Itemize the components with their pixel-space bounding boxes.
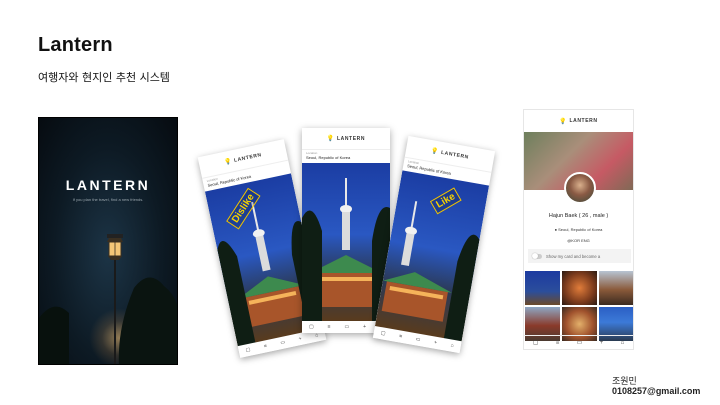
nav-plus-icon[interactable]: + bbox=[363, 324, 366, 330]
nav-chat-icon[interactable]: ▭ bbox=[280, 339, 286, 346]
nav-card-icon[interactable]: ▢ bbox=[309, 324, 314, 330]
card-app-name: LANTERN bbox=[440, 149, 470, 161]
chat-icon[interactable]: ▭ bbox=[577, 339, 583, 346]
card-photo bbox=[302, 163, 390, 322]
show-card-switch[interactable] bbox=[532, 253, 542, 259]
swipe-card-center[interactable]: 💡 LANTERN Location Seoul, Republic of Ko… bbox=[302, 128, 390, 333]
nav-list-icon[interactable]: ≡ bbox=[263, 343, 267, 349]
card-header: 💡 LANTERN bbox=[302, 128, 390, 150]
card-app-name: LANTERN bbox=[336, 135, 366, 142]
card-location-bar: Location Seoul, Republic of Korea bbox=[302, 150, 390, 161]
slide-title: Lantern bbox=[38, 34, 113, 56]
plus-icon[interactable]: + bbox=[600, 340, 604, 346]
show-card-toggle-label: Show my card and become a bbox=[546, 253, 601, 259]
nav-home-icon[interactable]: ⌂ bbox=[450, 342, 454, 348]
splash-screen: LANTERN If you plan the travel, find a n… bbox=[38, 117, 178, 365]
profile-location: ● Seoul, Republic of Korea bbox=[524, 227, 633, 232]
profile-languages: @KOR ENG bbox=[524, 238, 633, 243]
photo-tile[interactable] bbox=[562, 271, 597, 305]
card-location-text: Seoul, Republic of Korea bbox=[306, 155, 351, 160]
profile-header: 💡 LANTERN bbox=[524, 110, 633, 132]
nav-card-icon[interactable]: ▢ bbox=[245, 347, 251, 354]
avatar[interactable] bbox=[564, 172, 596, 204]
nav-chat-icon[interactable]: ▭ bbox=[344, 324, 349, 330]
photo-tile[interactable] bbox=[525, 271, 560, 305]
location-pin-icon: ● bbox=[554, 227, 558, 232]
nav-home-icon[interactable]: ⌂ bbox=[315, 332, 319, 338]
list-icon[interactable]: ≡ bbox=[556, 340, 560, 346]
lantern-street-scene bbox=[39, 234, 177, 364]
swipe-card-like[interactable]: 💡 LANTERN Location Seoul, Republic of Ko… bbox=[372, 135, 496, 354]
seoul-tower-scene bbox=[302, 178, 390, 322]
profile-location-text: Seoul, Republic of Korea bbox=[558, 227, 603, 232]
slide-subtitle: 여행자와 현지인 추천 시스템 bbox=[38, 71, 170, 84]
nav-card-icon[interactable]: ▢ bbox=[380, 330, 386, 337]
profile-bottom-nav: ▢ ≡ ▭ + ⌂ bbox=[524, 335, 633, 349]
profile-name: Hajun Baek ( 26 , male ) bbox=[548, 213, 609, 219]
seoul-tower-scene bbox=[381, 201, 480, 343]
lantern-logo-icon: 💡 bbox=[326, 136, 335, 142]
lantern-logo-icon: 💡 bbox=[559, 118, 568, 125]
nav-chat-icon[interactable]: ▭ bbox=[415, 336, 421, 343]
profile-screen: 💡 LANTERN Hajun Baek ( 26 , male ) ● Seo… bbox=[523, 109, 634, 350]
card-photo bbox=[374, 170, 490, 343]
card-app-name: LANTERN bbox=[233, 151, 263, 164]
photo-tile[interactable] bbox=[599, 271, 633, 305]
show-card-toggle-row[interactable]: Show my card and become a bbox=[528, 249, 631, 263]
lantern-logo-icon: 💡 bbox=[223, 158, 233, 166]
author-email: 0108257@gmail.com bbox=[612, 386, 701, 396]
profile-language-text: KOR ENG bbox=[571, 238, 590, 243]
nav-plus-icon[interactable]: + bbox=[434, 340, 438, 346]
nav-list-icon[interactable]: ≡ bbox=[399, 333, 403, 339]
card-icon[interactable]: ▢ bbox=[533, 339, 539, 346]
nav-list-icon[interactable]: ≡ bbox=[328, 324, 331, 330]
nav-plus-icon[interactable]: + bbox=[298, 336, 302, 342]
lantern-logo-icon: 💡 bbox=[430, 148, 440, 156]
photo-grid bbox=[525, 271, 633, 341]
home-icon[interactable]: ⌂ bbox=[621, 340, 625, 346]
profile-app-name: LANTERN bbox=[569, 118, 598, 124]
